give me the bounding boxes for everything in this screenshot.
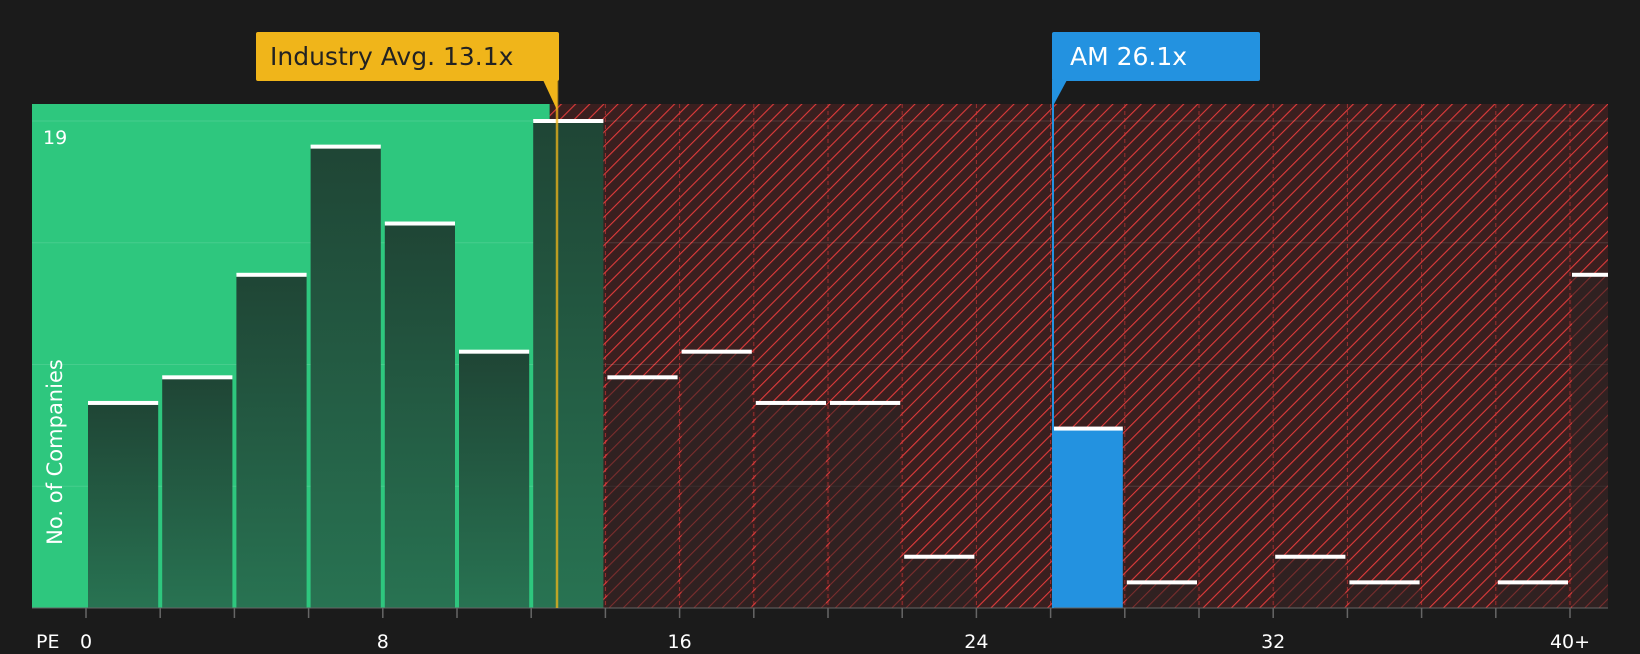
y-max-label: 19 bbox=[43, 127, 67, 149]
bar-top-9 bbox=[755, 400, 826, 405]
x-tick-label-4: 32 bbox=[1261, 631, 1285, 650]
bar-top-2 bbox=[236, 272, 307, 277]
x-axis-title: PE bbox=[36, 631, 59, 650]
bar-14 bbox=[1126, 582, 1197, 608]
bar-top-14 bbox=[1126, 580, 1197, 585]
bar-top-6 bbox=[533, 119, 604, 123]
bar-17 bbox=[1349, 582, 1420, 608]
bar-top-8 bbox=[681, 349, 752, 354]
x-tick-label-3: 24 bbox=[964, 631, 988, 650]
bar-top-3 bbox=[310, 144, 381, 149]
bar-top-7 bbox=[607, 375, 678, 380]
bar-top-4 bbox=[384, 221, 455, 226]
bar-top-1 bbox=[162, 375, 233, 380]
bar-7 bbox=[607, 377, 678, 608]
y-axis-title: No. of Companies bbox=[43, 359, 67, 545]
bar-8 bbox=[681, 351, 752, 608]
x-tick-label-2: 16 bbox=[668, 631, 692, 650]
industry-avg-label: Industry Avg. 13.1x bbox=[270, 42, 513, 71]
bar-top-13 bbox=[1052, 426, 1123, 431]
bar-2 bbox=[236, 274, 307, 608]
bar-19 bbox=[1497, 582, 1568, 608]
bar-6 bbox=[533, 121, 604, 608]
bar-3 bbox=[310, 146, 381, 608]
bar-0 bbox=[88, 402, 159, 608]
bar-top-20 bbox=[1572, 272, 1608, 277]
company-pointer bbox=[1053, 80, 1067, 106]
bar-16 bbox=[1275, 556, 1346, 608]
x-tick-label-0: 0 bbox=[80, 631, 92, 650]
chart-svg: 0 8 16 24 32 40+ PE 19 No. of Companies Industry … bbox=[32, 32, 1608, 653]
bar-10 bbox=[830, 402, 901, 608]
bar-top-10 bbox=[830, 400, 901, 405]
bar-top-5 bbox=[459, 349, 530, 354]
bar-1 bbox=[162, 377, 233, 608]
bar-top-17 bbox=[1349, 580, 1420, 585]
pe-distribution-chart: 0 8 16 24 32 40+ PE 19 No. of Companies Industry … bbox=[0, 0, 1640, 653]
bar-4 bbox=[384, 223, 455, 609]
company-label: AM 26.1x bbox=[1070, 42, 1187, 71]
bar-9 bbox=[755, 402, 826, 608]
bar-13 bbox=[1052, 428, 1123, 608]
x-tick-label-5: 40+ bbox=[1550, 631, 1590, 650]
bar-top-0 bbox=[88, 400, 159, 405]
bar-top-19 bbox=[1497, 580, 1568, 585]
bar-top-11 bbox=[904, 554, 975, 559]
bar-top-16 bbox=[1275, 554, 1346, 559]
bar-11 bbox=[904, 556, 975, 608]
bar-5 bbox=[459, 351, 530, 608]
x-tick-label-1: 8 bbox=[377, 631, 389, 650]
bar-20 bbox=[1572, 274, 1608, 608]
